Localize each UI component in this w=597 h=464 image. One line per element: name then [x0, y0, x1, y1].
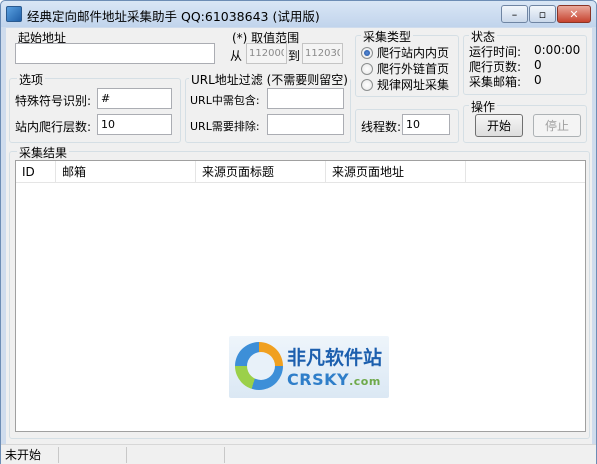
radio-icon — [361, 78, 373, 91]
threads-label: 线程数: — [361, 120, 402, 134]
options-label: 选项 — [17, 71, 46, 88]
status-key: 采集邮箱: — [469, 75, 522, 89]
title-bar[interactable]: 经典定向邮件地址采集助手 QQ:61038643 (试用版) – ▫ ✕ — [1, 1, 596, 27]
window-title: 经典定向邮件地址采集助手 QQ:61038643 (试用版) — [27, 9, 320, 24]
minimize-icon: – — [511, 7, 518, 21]
special-char-input[interactable] — [97, 88, 172, 109]
range-from-label: 从 — [230, 49, 243, 63]
special-char-label: 特殊符号识别: — [15, 94, 92, 108]
watermark-cn: 非凡软件站 — [287, 347, 383, 369]
close-icon: ✕ — [569, 7, 579, 21]
stop-button[interactable]: 停止 — [533, 114, 581, 137]
url-filter-label: URL地址过滤 (不需要则留空) — [189, 71, 350, 88]
actions-label: 操作 — [469, 98, 498, 115]
status-bar-text: 未开始 — [1, 447, 59, 463]
crsky-logo-icon — [235, 342, 283, 390]
results-label: 采集结果 — [17, 144, 70, 161]
depth-input[interactable] — [97, 114, 172, 135]
crsky-watermark: 非凡软件站 CRSKY.com — [229, 336, 389, 398]
depth-label: 站内爬行层数: — [15, 120, 92, 134]
radio-icon — [361, 62, 373, 75]
collect-type-option-2[interactable]: 规律网址采集 — [361, 76, 449, 93]
collect-type-option-label: 爬行站内内页 — [377, 46, 450, 60]
minimize-button[interactable]: – — [501, 5, 528, 23]
threads-input[interactable] — [402, 114, 450, 135]
column-header-page-url[interactable]: 来源页面地址 — [326, 161, 466, 183]
column-header-id[interactable]: ID — [16, 161, 56, 183]
collect-type-option-1[interactable]: 爬行外链首页 — [361, 60, 449, 77]
status-value: 0 — [534, 73, 542, 87]
client-area: 起始地址 (*) 取值范围 从 到 采集类型 爬行站内内页 爬行外链首页 规律网… — [6, 28, 592, 444]
watermark-en: CRSKY.com — [287, 370, 381, 389]
status-bar: 未开始 — [1, 444, 596, 464]
app-window: 经典定向邮件地址采集助手 QQ:61038643 (试用版) – ▫ ✕ 起始地… — [0, 0, 597, 464]
range-from-input[interactable] — [246, 43, 287, 64]
collect-type-option-label: 爬行外链首页 — [377, 62, 450, 76]
url-exclude-label: URL需要排除: — [190, 120, 260, 133]
range-to-input[interactable] — [302, 43, 343, 64]
maximize-icon: ▫ — [538, 7, 547, 21]
url-include-label: URL中需包含: — [190, 94, 260, 107]
maximize-button[interactable]: ▫ — [529, 5, 556, 23]
status-bar-panel — [59, 447, 127, 463]
collect-type-option-0[interactable]: 爬行站内内页 — [361, 44, 449, 61]
app-icon — [6, 6, 22, 22]
status-value: 0:00:00 — [534, 43, 581, 57]
column-header-page-title[interactable]: 来源页面标题 — [196, 161, 326, 183]
start-button[interactable]: 开始 — [475, 114, 523, 137]
close-button[interactable]: ✕ — [557, 5, 591, 23]
status-value: 0 — [534, 58, 542, 72]
results-table-header: ID 邮箱 来源页面标题 来源页面地址 — [16, 161, 585, 183]
results-table[interactable]: ID 邮箱 来源页面标题 来源页面地址 非凡软件站 CRSKY.com — [15, 160, 586, 432]
status-bar-panel — [127, 447, 225, 463]
url-include-input[interactable] — [267, 88, 344, 109]
collect-type-label: 采集类型 — [361, 28, 414, 45]
column-header-email[interactable]: 邮箱 — [56, 161, 196, 183]
start-address-input[interactable] — [15, 43, 215, 64]
collect-type-option-label: 规律网址采集 — [377, 78, 450, 92]
radio-checked-icon — [361, 46, 373, 59]
url-exclude-input[interactable] — [267, 114, 344, 135]
range-to-label: 到 — [288, 49, 301, 63]
